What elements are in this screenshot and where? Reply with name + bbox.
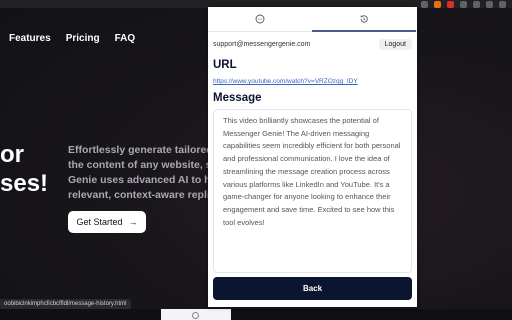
hero-description-line: the content of any website, soci <box>68 159 227 171</box>
hero-heading-line: or <box>0 141 24 168</box>
hero-description-line: Genie uses advanced AI to help <box>68 174 226 186</box>
get-started-label: Get Started <box>76 217 123 227</box>
hero-description-line: relevant, context-aware replies <box>68 189 222 201</box>
site-nav: Features Pricing FAQ <box>9 33 135 44</box>
extension-icon[interactable] <box>421 0 428 8</box>
window-close-icon[interactable] <box>499 0 506 8</box>
hero-description-line: Effortlessly generate tailored co <box>68 144 228 156</box>
extension-icon[interactable] <box>486 0 493 8</box>
url-heading: URL <box>213 59 237 71</box>
brave-rewards-icon[interactable] <box>447 0 454 8</box>
tab-history[interactable] <box>312 7 416 32</box>
extension-icon[interactable] <box>473 0 480 8</box>
extension-popup: support@messengergenie.com Logout URL ht… <box>208 7 417 307</box>
history-clock-icon <box>360 14 368 23</box>
logout-button[interactable]: Logout <box>378 38 412 50</box>
globe-icon <box>192 312 199 319</box>
message-heading: Message <box>213 92 262 104</box>
back-button[interactable]: Back <box>213 277 412 300</box>
hero-description: Effortlessly generate tailored co the co… <box>68 143 228 203</box>
message-textarea[interactable]: This video brilliantly showcases the pot… <box>213 109 412 273</box>
nav-link-faq[interactable]: FAQ <box>115 33 136 44</box>
brave-shield-icon[interactable] <box>434 0 441 8</box>
arrow-right-icon: → <box>128 217 138 227</box>
bottom-tab[interactable] <box>161 309 231 320</box>
extensions-bar <box>421 0 512 8</box>
puzzle-icon[interactable] <box>460 0 467 8</box>
get-started-button[interactable]: Get Started → <box>68 211 146 233</box>
tab-compose[interactable] <box>208 7 312 31</box>
user-email: support@messengergenie.com <box>213 40 311 48</box>
nav-link-features[interactable]: Features <box>9 33 51 44</box>
nav-link-pricing[interactable]: Pricing <box>66 33 100 44</box>
chat-bubble-icon <box>255 14 265 24</box>
hero-heading-line: ses! <box>0 170 49 197</box>
popup-tabs <box>208 7 417 32</box>
url-link[interactable]: https://www.youtube.com/watch?v=VRZOzqg_… <box>213 78 358 85</box>
account-row: support@messengergenie.com Logout <box>213 38 412 50</box>
status-bar-url: oobibiclnkimphcficbcffldl/message-histor… <box>0 299 131 309</box>
bottom-strip <box>0 309 512 320</box>
